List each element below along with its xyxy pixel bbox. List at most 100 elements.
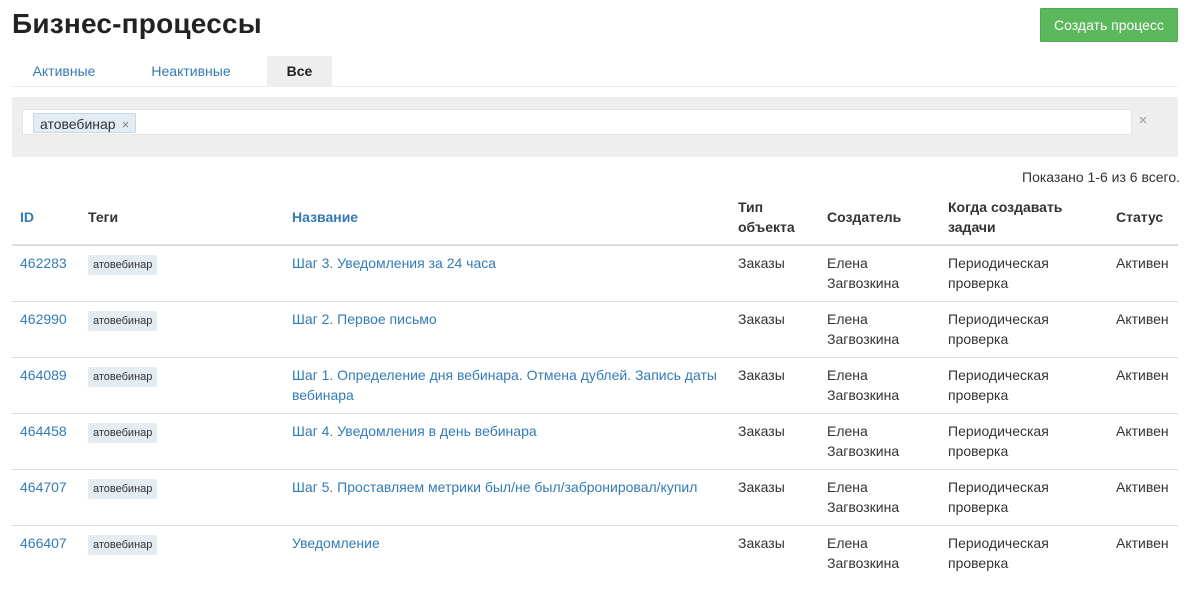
tag-badge: атовебинар xyxy=(88,366,158,387)
process-id-link[interactable]: 464089 xyxy=(20,367,67,383)
cell-tags: атовебинар xyxy=(80,413,284,470)
when-create-line1: Периодическая xyxy=(948,422,1049,439)
cell-status: Активен xyxy=(1108,413,1178,470)
tab-all[interactable]: Все xyxy=(267,56,332,86)
tab-active[interactable]: Активные xyxy=(12,56,116,86)
cell-creator: Елена Загвозкина xyxy=(819,413,940,470)
cell-status: Активен xyxy=(1108,245,1178,302)
cell-id: 464707 xyxy=(12,469,80,526)
column-header-tags: Теги xyxy=(80,190,284,246)
process-id-link[interactable]: 462990 xyxy=(20,311,67,327)
when-create-line2: проверка xyxy=(948,386,1009,403)
process-id-link[interactable]: 464458 xyxy=(20,423,67,439)
creator-first-name: Елена xyxy=(827,366,868,383)
page-title: Бизнес-процессы xyxy=(12,8,262,39)
creator-first-name: Елена xyxy=(827,422,868,439)
process-name-link[interactable]: Шаг 1. Определение дня вебинара. Отмена … xyxy=(292,367,717,403)
tab-inactive[interactable]: Неактивные xyxy=(132,56,250,86)
cell-creator: Елена Загвозкина xyxy=(819,245,940,302)
when-create-line1: Периодическая xyxy=(948,478,1049,495)
process-id-link[interactable]: 462283 xyxy=(20,255,67,271)
cell-when-create: Периодическая проверка xyxy=(940,525,1108,581)
when-create-line2: проверка xyxy=(948,330,1009,347)
process-id-link[interactable]: 464707 xyxy=(20,479,67,495)
process-name-link[interactable]: Уведомление xyxy=(292,535,380,551)
tag-badge: атовебинар xyxy=(88,255,158,275)
process-name-link[interactable]: Шаг 5. Проставляем метрики был/не был/за… xyxy=(292,479,697,495)
chip-remove-icon[interactable]: × xyxy=(122,117,130,132)
pagination-summary: Показано 1-6 из 6 всего. xyxy=(1022,169,1180,185)
process-name-link[interactable]: Шаг 3. Уведомления за 24 часа xyxy=(292,255,496,271)
process-id-link[interactable]: 466407 xyxy=(20,535,67,551)
cell-id: 462283 xyxy=(12,245,80,302)
column-header-when-create: Когда создавать задачи xyxy=(940,190,1108,246)
when-create-line1: Периодическая xyxy=(948,534,1049,551)
when-create-line2: проверка xyxy=(948,275,1009,291)
cell-tags: атовебинар xyxy=(80,525,284,581)
table-row: 464458 атовебинар Шаг 4. Уведомления в ден… xyxy=(12,413,1178,470)
cell-tags: атовебинар xyxy=(80,357,284,414)
table-row: 464707 атовебинар Шаг 5. Проставляем метри… xyxy=(12,469,1178,526)
tag-badge: атовебинар xyxy=(88,534,158,555)
cell-id: 464458 xyxy=(12,413,80,470)
column-header-object-type-line2: объекта xyxy=(738,219,795,235)
cell-when-create: Периодическая проверка xyxy=(940,357,1108,414)
tag-filter-chip: атовебинар × xyxy=(33,113,137,133)
cell-id: 464089 xyxy=(12,357,80,414)
process-name-link[interactable]: Шаг 2. Первое письмо xyxy=(292,311,437,327)
creator-first-name: Елена xyxy=(827,478,868,495)
cell-id: 466407 xyxy=(12,525,80,581)
cell-when-create: Периодическая проверка xyxy=(940,245,1108,302)
cell-name: Шаг 3. Уведомления за 24 часа xyxy=(284,245,730,302)
cell-tags: атовебинар xyxy=(80,469,284,526)
cell-object-type: Заказы xyxy=(730,469,819,526)
table-row: 462990 атовебинар Шаг 2. Первое письмо Зака… xyxy=(12,301,1178,358)
creator-first-name: Елена xyxy=(827,255,868,271)
column-header-when-line1: Когда создавать xyxy=(948,199,1063,215)
table-row: 464089 атовебинар Шаг 1. Определение дня в… xyxy=(12,357,1178,414)
cell-name: Уведомление xyxy=(284,525,730,581)
column-header-when-line2: задачи xyxy=(948,219,996,235)
column-header-object-type-line1: Тип xyxy=(738,199,764,215)
creator-last-name: Загвозкина xyxy=(827,330,900,347)
table-row: 462283 атовебинар Шаг 3. Уведомления за 24… xyxy=(12,245,1178,302)
when-create-line1: Периодическая xyxy=(948,255,1049,271)
column-header-id[interactable]: ID xyxy=(12,190,80,246)
clear-filter-icon[interactable]: × xyxy=(1136,111,1150,131)
cell-object-type: Заказы xyxy=(730,413,819,470)
tag-badge: атовебинар xyxy=(88,310,158,331)
column-header-status: Статус xyxy=(1108,190,1178,246)
cell-when-create: Периодическая проверка xyxy=(940,301,1108,358)
when-create-line2: проверка xyxy=(948,498,1009,515)
status-tabs: Активные Неактивные Все xyxy=(12,56,1178,87)
tag-filter-input[interactable]: атовебинар × xyxy=(22,109,1132,135)
column-header-object-type: Тип объекта xyxy=(730,190,819,246)
creator-last-name: Загвозкина xyxy=(827,442,900,459)
column-header-creator: Создатель xyxy=(819,190,940,246)
cell-creator: Елена Загвозкина xyxy=(819,469,940,526)
when-create-line2: проверка xyxy=(948,554,1009,571)
tag-badge: атовебинар xyxy=(88,422,158,443)
cell-tags: атовебинар xyxy=(80,245,284,302)
table-header-row: ID Теги Название Тип объекта Создатель Ко… xyxy=(12,190,1178,246)
cell-when-create: Периодическая проверка xyxy=(940,413,1108,470)
cell-object-type: Заказы xyxy=(738,534,785,551)
table-row: 466407 атовебинар Уведомление Заказы Елена За… xyxy=(12,525,1178,581)
process-name-link[interactable]: Шаг 4. Уведомления в день вебинара xyxy=(292,423,537,439)
cell-name: Шаг 1. Определение дня вебинара. Отмена … xyxy=(284,357,730,414)
cell-name: Шаг 2. Первое письмо xyxy=(284,301,730,358)
processes-table: ID Теги Название Тип объекта Создатель Ко… xyxy=(12,190,1178,581)
cell-status: Активен xyxy=(1108,357,1178,414)
cell-creator: Елена Загвозкина xyxy=(819,301,940,358)
when-create-line1: Периодическая xyxy=(948,366,1049,383)
cell-object-type: Заказы xyxy=(730,357,819,414)
cell-status: Активен xyxy=(1108,469,1178,526)
cell-creator: Елена Загвозкина xyxy=(819,357,940,414)
cell-status: Активен xyxy=(1116,534,1169,551)
cell-name: Шаг 5. Проставляем метрики был/не был/за… xyxy=(284,469,730,526)
column-header-name[interactable]: Название xyxy=(284,190,730,246)
create-process-button[interactable]: Создать процесс xyxy=(1040,8,1178,42)
creator-first-name: Елена xyxy=(827,534,868,551)
creator-last-name: Загвозкина xyxy=(827,554,900,571)
tag-filter-chip-label: атовебинар xyxy=(40,116,116,132)
